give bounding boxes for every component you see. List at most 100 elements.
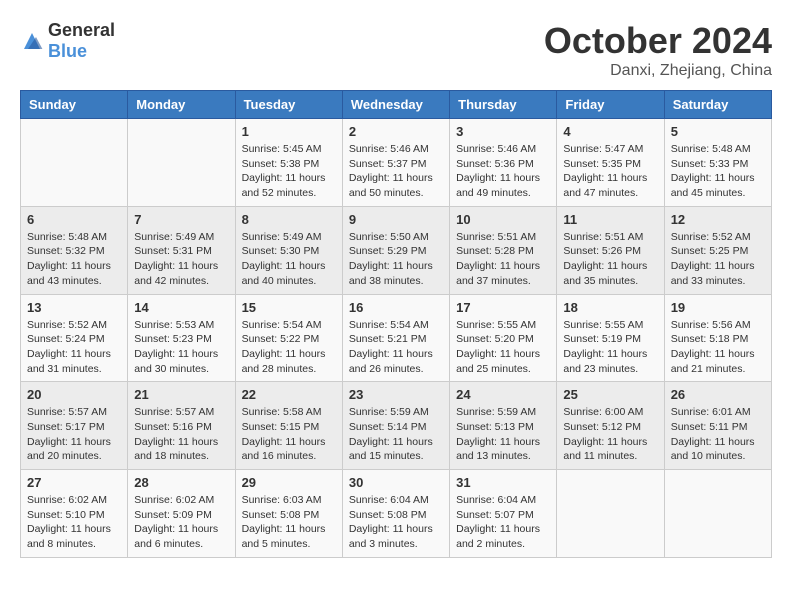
calendar-day-cell: 23 Sunrise: 5:59 AM Sunset: 5:14 PM Dayli… (342, 382, 449, 470)
day-number: 12 (671, 212, 765, 227)
day-info: Sunrise: 5:51 AM Sunset: 5:28 PM Dayligh… (456, 230, 550, 289)
calendar-day-cell: 9 Sunrise: 5:50 AM Sunset: 5:29 PM Daylig… (342, 206, 449, 294)
day-of-week-header: Monday (128, 91, 235, 119)
calendar-day-cell: 8 Sunrise: 5:49 AM Sunset: 5:30 PM Daylig… (235, 206, 342, 294)
day-of-week-header: Friday (557, 91, 664, 119)
calendar-day-cell (21, 119, 128, 207)
calendar-day-cell: 6 Sunrise: 5:48 AM Sunset: 5:32 PM Daylig… (21, 206, 128, 294)
calendar-day-cell: 10 Sunrise: 5:51 AM Sunset: 5:28 PM Dayli… (450, 206, 557, 294)
day-info: Sunrise: 5:57 AM Sunset: 5:16 PM Dayligh… (134, 405, 228, 464)
calendar-day-cell: 16Sunrise: 5:54 AM Sunset: 5:21 PM Dayli… (342, 294, 449, 382)
day-number: 20 (27, 387, 121, 402)
day-info: Sunrise: 5:50 AM Sunset: 5:29 PM Dayligh… (349, 230, 443, 289)
day-of-week-header: Tuesday (235, 91, 342, 119)
calendar-table: SundayMondayTuesdayWednesdayThursdayFrid… (20, 90, 772, 558)
calendar-day-cell: 17 Sunrise: 5:55 AM Sunset: 5:20 PM Dayli… (450, 294, 557, 382)
logo-blue-text: Blue (48, 41, 87, 61)
day-info: Sunrise: 5:56 AM Sunset: 5:18 PM Dayligh… (671, 318, 765, 377)
day-number: 6 (27, 212, 121, 227)
day-number: 30 (349, 475, 443, 490)
day-number: 17 (456, 300, 550, 315)
day-info: Sunrise: 5:49 AM Sunset: 5:30 PM Dayligh… (242, 230, 336, 289)
day-number: 19 (671, 300, 765, 315)
day-info: Sunrise: 5:48 AM Sunset: 5:33 PM Dayligh… (671, 142, 765, 201)
calendar-day-cell: 21 Sunrise: 5:57 AM Sunset: 5:16 PM Dayli… (128, 382, 235, 470)
calendar-day-cell (557, 470, 664, 558)
day-info: Sunrise: 5:45 AM Sunset: 5:38 PM Dayligh… (242, 142, 336, 201)
day-info: Sunrise: 5:53 AM Sunset: 5:23 PM Dayligh… (134, 318, 228, 377)
day-info: Sunrise: 6:00 AM Sunset: 5:12 PM Dayligh… (563, 405, 657, 464)
day-number: 25 (563, 387, 657, 402)
calendar-header-row: SundayMondayTuesdayWednesdayThursdayFrid… (21, 91, 772, 119)
day-number: 13 (27, 300, 121, 315)
location-title: Danxi, Zhejiang, China (544, 62, 772, 80)
day-number: 26 (671, 387, 765, 402)
logo-icon (20, 29, 44, 53)
month-title: October 2024 (544, 20, 772, 62)
calendar-day-cell: 3 Sunrise: 5:46 AM Sunset: 5:36 PM Daylig… (450, 119, 557, 207)
calendar-week-row: 27 Sunrise: 6:02 AM Sunset: 5:10 PM Dayli… (21, 470, 772, 558)
day-info: Sunrise: 5:48 AM Sunset: 5:32 PM Dayligh… (27, 230, 121, 289)
calendar-week-row: 1 Sunrise: 5:45 AM Sunset: 5:38 PM Daylig… (21, 119, 772, 207)
day-of-week-header: Thursday (450, 91, 557, 119)
calendar-week-row: 6 Sunrise: 5:48 AM Sunset: 5:32 PM Daylig… (21, 206, 772, 294)
day-info: Sunrise: 6:02 AM Sunset: 5:10 PM Dayligh… (27, 493, 121, 552)
day-number: 1 (242, 124, 336, 139)
day-info: Sunrise: 5:46 AM Sunset: 5:36 PM Dayligh… (456, 142, 550, 201)
day-number: 22 (242, 387, 336, 402)
calendar-day-cell: 24Sunrise: 5:59 AM Sunset: 5:13 PM Dayli… (450, 382, 557, 470)
day-of-week-header: Wednesday (342, 91, 449, 119)
day-info: Sunrise: 6:04 AM Sunset: 5:08 PM Dayligh… (349, 493, 443, 552)
calendar-week-row: 20 Sunrise: 5:57 AM Sunset: 5:17 PM Dayli… (21, 382, 772, 470)
day-number: 15 (242, 300, 336, 315)
day-number: 23 (349, 387, 443, 402)
calendar-day-cell: 2 Sunrise: 5:46 AM Sunset: 5:37 PM Daylig… (342, 119, 449, 207)
calendar-day-cell: 26Sunrise: 6:01 AM Sunset: 5:11 PM Dayli… (664, 382, 771, 470)
day-number: 2 (349, 124, 443, 139)
day-number: 21 (134, 387, 228, 402)
day-number: 18 (563, 300, 657, 315)
day-info: Sunrise: 6:02 AM Sunset: 5:09 PM Dayligh… (134, 493, 228, 552)
calendar-day-cell: 25 Sunrise: 6:00 AM Sunset: 5:12 PM Dayli… (557, 382, 664, 470)
day-info: Sunrise: 5:46 AM Sunset: 5:37 PM Dayligh… (349, 142, 443, 201)
calendar-day-cell: 14 Sunrise: 5:53 AM Sunset: 5:23 PM Dayli… (128, 294, 235, 382)
calendar-day-cell: 15 Sunrise: 5:54 AM Sunset: 5:22 PM Dayli… (235, 294, 342, 382)
calendar-day-cell: 5Sunrise: 5:48 AM Sunset: 5:33 PM Daylig… (664, 119, 771, 207)
day-info: Sunrise: 5:55 AM Sunset: 5:20 PM Dayligh… (456, 318, 550, 377)
day-info: Sunrise: 5:54 AM Sunset: 5:21 PM Dayligh… (349, 318, 443, 377)
day-number: 28 (134, 475, 228, 490)
day-number: 27 (27, 475, 121, 490)
day-info: Sunrise: 6:03 AM Sunset: 5:08 PM Dayligh… (242, 493, 336, 552)
calendar-day-cell: 28 Sunrise: 6:02 AM Sunset: 5:09 PM Dayli… (128, 470, 235, 558)
day-info: Sunrise: 5:59 AM Sunset: 5:14 PM Dayligh… (349, 405, 443, 464)
calendar-day-cell: 1 Sunrise: 5:45 AM Sunset: 5:38 PM Daylig… (235, 119, 342, 207)
day-number: 10 (456, 212, 550, 227)
day-number: 9 (349, 212, 443, 227)
page-header: General Blue October 2024 Danxi, Zhejian… (20, 20, 772, 80)
day-of-week-header: Sunday (21, 91, 128, 119)
day-number: 29 (242, 475, 336, 490)
day-info: Sunrise: 5:55 AM Sunset: 5:19 PM Dayligh… (563, 318, 657, 377)
day-number: 4 (563, 124, 657, 139)
day-info: Sunrise: 5:51 AM Sunset: 5:26 PM Dayligh… (563, 230, 657, 289)
day-info: Sunrise: 5:54 AM Sunset: 5:22 PM Dayligh… (242, 318, 336, 377)
calendar-day-cell: 31Sunrise: 6:04 AM Sunset: 5:07 PM Dayli… (450, 470, 557, 558)
calendar-day-cell: 12 Sunrise: 5:52 AM Sunset: 5:25 PM Dayli… (664, 206, 771, 294)
day-info: Sunrise: 5:52 AM Sunset: 5:24 PM Dayligh… (27, 318, 121, 377)
day-info: Sunrise: 5:47 AM Sunset: 5:35 PM Dayligh… (563, 142, 657, 201)
day-number: 31 (456, 475, 550, 490)
day-info: Sunrise: 5:52 AM Sunset: 5:25 PM Dayligh… (671, 230, 765, 289)
calendar-day-cell (128, 119, 235, 207)
day-number: 11 (563, 212, 657, 227)
calendar-day-cell: 22Sunrise: 5:58 AM Sunset: 5:15 PM Dayli… (235, 382, 342, 470)
day-info: Sunrise: 5:57 AM Sunset: 5:17 PM Dayligh… (27, 405, 121, 464)
day-number: 8 (242, 212, 336, 227)
calendar-day-cell: 4 Sunrise: 5:47 AM Sunset: 5:35 PM Daylig… (557, 119, 664, 207)
day-number: 7 (134, 212, 228, 227)
calendar-day-cell: 29 Sunrise: 6:03 AM Sunset: 5:08 PM Dayli… (235, 470, 342, 558)
calendar-day-cell: 19 Sunrise: 5:56 AM Sunset: 5:18 PM Dayli… (664, 294, 771, 382)
day-number: 24 (456, 387, 550, 402)
title-block: October 2024 Danxi, Zhejiang, China (544, 20, 772, 80)
day-number: 14 (134, 300, 228, 315)
day-number: 3 (456, 124, 550, 139)
